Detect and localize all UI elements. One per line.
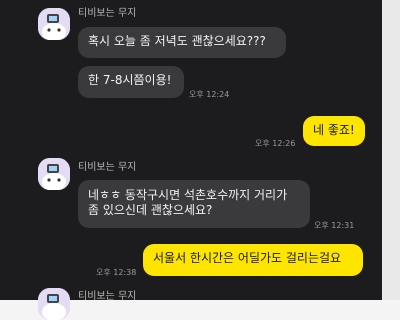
message-timestamp: 오후 12:31 [314,221,355,230]
message-bubble-incoming: 네ㅎㅎ 동작구시면 석촌호수까지 거리가 좀 있으신데 괜찮으세요? [78,180,310,228]
contact-avatar[interactable] [38,8,70,40]
message-timestamp: 오후 12:26 [255,139,296,148]
sender-name: 티비보는 무지 [78,8,137,19]
muzi-avatar-icon [38,8,70,40]
muzi-avatar-icon [38,158,70,190]
page-edge [382,0,400,300]
message-bubble-outgoing: 서울서 한시간은 어딜가도 걸리는걸요 [143,244,363,276]
sender-name: 티비보는 무지 [78,162,137,173]
muzi-avatar-icon [38,288,70,320]
message-bubble-outgoing: 네 좋죠! [303,116,365,146]
message-line: 좀 있으신데 괜찮으세요? [88,203,213,217]
contact-avatar[interactable] [38,288,70,320]
message-timestamp: 오후 12:38 [96,268,137,277]
message-line: 네ㅎㅎ 동작구시면 석촌호수까지 거리가 [88,188,288,202]
message-bubble-incoming: 한 7-8시쯤이용! [78,66,184,98]
message-bubble-incoming: 혹시 오늘 좀 저녁도 괜찮으세요??? [78,27,286,58]
message-timestamp: 오후 12:24 [189,90,230,99]
sender-name: 티비보는 무지 [78,291,137,302]
contact-avatar[interactable] [38,158,70,190]
chat-room: 티비보는 무지 혹시 오늘 좀 저녁도 괜찮으세요??? 한 7-8시쯤이용! … [0,0,400,320]
